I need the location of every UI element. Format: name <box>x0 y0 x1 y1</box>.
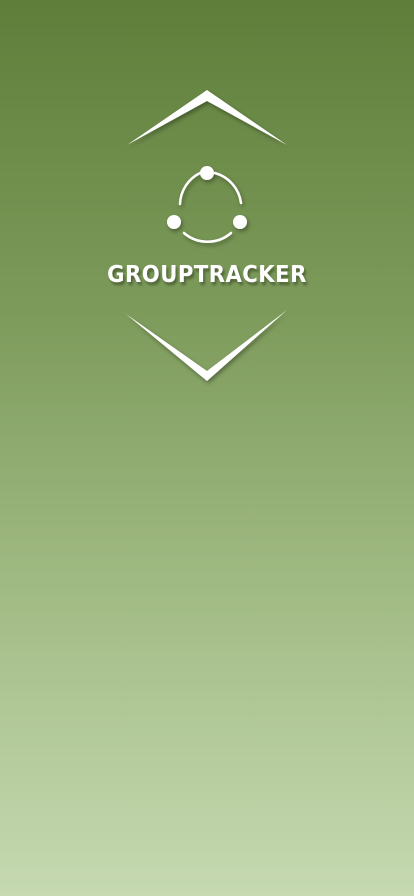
chevron-up-icon <box>127 90 287 145</box>
app-name: GROUPTRACKER <box>107 262 307 288</box>
logo-graphic <box>126 90 287 381</box>
group-node-right <box>233 215 247 229</box>
group-node-top <box>200 166 214 180</box>
group-network-icon <box>167 166 247 243</box>
splash-screen: GROUPTRACKER <box>0 0 414 896</box>
group-node-left <box>167 215 181 229</box>
app-logo: GROUPTRACKER <box>0 0 414 420</box>
chevron-down-icon <box>126 310 287 381</box>
